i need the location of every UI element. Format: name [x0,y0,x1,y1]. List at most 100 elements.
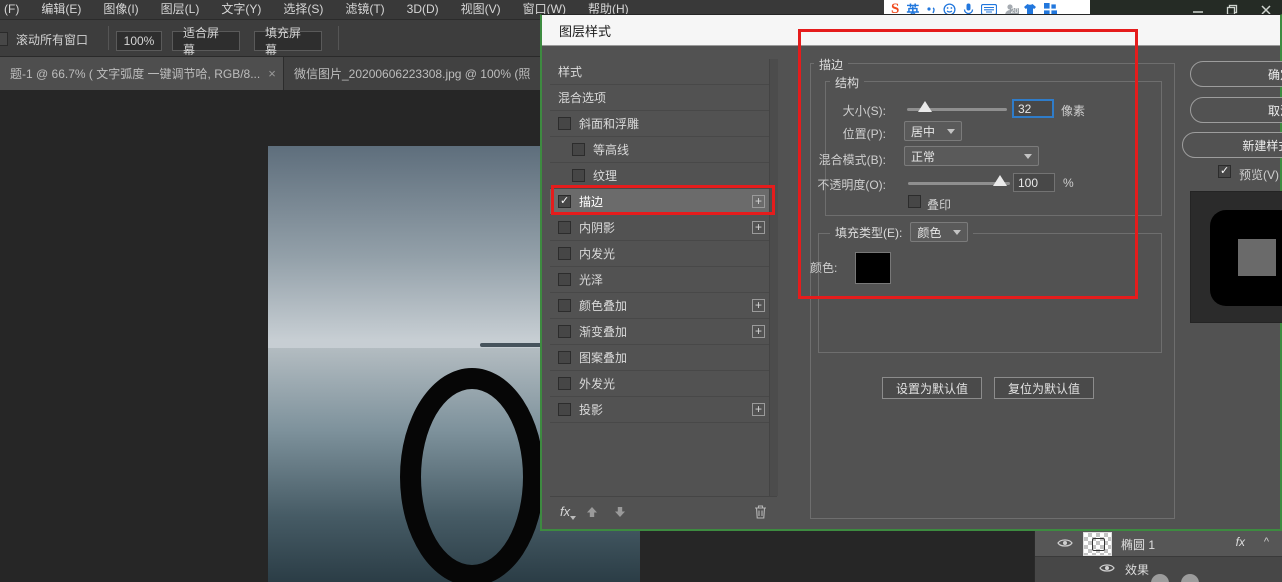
zoom-100-button[interactable]: 100% [116,31,162,51]
checkbox[interactable] [558,221,571,234]
style-item-gradient-overlay[interactable]: 渐变叠加 [550,319,769,345]
checkbox[interactable] [572,143,585,156]
opacity-label: 不透明度(O): [817,178,886,192]
style-item-satin[interactable]: 光泽 [550,267,769,293]
separator [338,26,339,50]
menu-image[interactable]: 图像(I) [92,0,149,19]
separator [108,26,109,50]
style-item-stroke[interactable]: 描边 [550,189,769,215]
tab-wechat-image[interactable]: 微信图片_20200606223308.jpg @ 100% (照 [284,57,560,90]
menu-select[interactable]: 选择(S) [272,0,334,19]
add-instance-icon[interactable] [752,403,765,416]
shape-path-icon [1092,538,1105,551]
layer-fx-badge[interactable]: fx [1236,535,1245,549]
checkbox[interactable] [558,325,571,338]
fit-screen-button[interactable]: 适合屏幕 [172,26,240,57]
menu-edit[interactable]: 编辑(E) [30,0,92,19]
style-item-color-overlay[interactable]: 颜色叠加 [550,293,769,319]
new-style-button[interactable]: 新建样式(W) [1182,132,1282,158]
checkbox[interactable] [558,117,571,130]
fill-type-label: 填充类型(E): [835,225,903,240]
layer-name[interactable]: 椭圆 1 [1121,536,1155,553]
dialog-title-bar[interactable]: 图层样式 [542,15,1280,46]
checkbox-checked[interactable] [558,194,571,208]
layer-thumbnail[interactable] [1083,532,1112,556]
fill-screen-button[interactable]: 填充屏幕 [254,26,322,57]
style-item-inner-glow[interactable]: 内发光 [550,241,769,267]
fx-menu-button[interactable]: fx [560,504,577,520]
add-instance-icon[interactable] [752,221,765,234]
cancel-button[interactable]: 取消 [1190,97,1282,123]
style-item-bevel-emboss[interactable]: 斜面和浮雕 [550,111,769,137]
fill-type-legend: 填充类型(E): 颜色 [830,222,974,242]
visibility-eye-icon[interactable] [1057,537,1073,551]
blend-mode-label: 混合模式(B): [818,153,886,167]
position-label: 位置(P): [842,127,886,141]
collapse-effects-icon[interactable]: ^ [1264,536,1269,548]
chevron-down-icon [953,229,962,235]
set-default-button[interactable]: 设置为默认值 [882,377,982,399]
photoshop-window: (F) 编辑(E) 图像(I) 图层(L) 文字(Y) 选择(S) 滤镜(T) … [0,0,1282,582]
checkbox[interactable] [558,273,571,286]
add-instance-icon[interactable] [752,325,765,338]
scroll-all-windows-checkbox[interactable] [0,32,8,46]
opacity-input[interactable] [1013,173,1055,192]
style-item-inner-shadow[interactable]: 内阴影 [550,215,769,241]
color-label: 颜色: [810,261,838,275]
menu-file[interactable]: (F) [0,0,30,19]
blend-mode-dropdown[interactable]: 正常 [904,146,1039,166]
close-tab-icon[interactable]: × [268,66,276,81]
menu-layer[interactable]: 图层(L) [150,0,211,19]
style-list: 样式 混合选项 斜面和浮雕 等高线 纹理 描边 内阴影 内发光 光泽 颜色叠加 … [550,59,769,423]
style-item-contour[interactable]: 等高线 [550,137,769,163]
menu-type[interactable]: 文字(Y) [210,0,272,19]
checkbox[interactable] [558,351,571,364]
opacity-unit: % [1063,176,1074,190]
chevron-down-icon [947,128,955,134]
style-item-pattern-overlay[interactable]: 图案叠加 [550,345,769,371]
structure-title: 结构 [830,74,865,91]
checkbox[interactable] [558,377,571,390]
overprint-checkbox[interactable] [908,195,921,208]
preview-checkbox[interactable] [1218,164,1231,178]
tab-label: 微信图片_20200606223308.jpg @ 100% (照 [294,67,531,81]
menu-3d[interactable]: 3D(D) [396,0,450,19]
checkbox[interactable] [558,247,571,260]
style-item-blending-options[interactable]: 混合选项 [550,85,769,111]
style-item-outer-glow[interactable]: 外发光 [550,371,769,397]
tab-untitled-1[interactable]: 题-1 @ 66.7% ( 文字弧度 一键调节哈, RGB/8... × [0,57,284,90]
visibility-eye-icon[interactable] [1099,562,1115,576]
layer-row-ellipse[interactable]: 椭圆 1 fx ^ [1035,531,1282,557]
preview-label: 预览(V) [1239,168,1279,182]
style-item-texture[interactable]: 纹理 [550,163,769,189]
menu-view[interactable]: 视图(V) [450,0,512,19]
delete-effect-icon[interactable] [754,505,767,522]
ellipse-stroke-shape[interactable] [400,368,544,582]
add-instance-icon[interactable] [752,195,765,208]
preview-inner-square [1238,239,1276,276]
position-dropdown[interactable]: 居中 [904,121,962,141]
layers-panel: 椭圆 1 fx ^ 效果 [1034,522,1282,582]
size-slider-thumb[interactable] [918,101,932,112]
checkbox[interactable] [558,299,571,312]
style-preview-thumbnail [1190,191,1282,323]
layer-style-dialog: 图层样式 样式 混合选项 斜面和浮雕 等高线 纹理 描边 内阴影 内发光 光泽 … [540,14,1282,531]
menu-filter[interactable]: 滤镜(T) [334,0,395,19]
add-instance-icon[interactable] [752,299,765,312]
stroke-color-swatch[interactable] [855,252,891,284]
fill-type-dropdown[interactable]: 颜色 [910,222,969,242]
style-item-drop-shadow[interactable]: 投影 [550,397,769,423]
move-up-icon[interactable] [586,506,598,518]
opacity-slider-thumb[interactable] [993,175,1007,186]
chevron-down-icon [1024,153,1032,159]
checkbox[interactable] [572,169,585,182]
ok-button[interactable]: 确定 [1190,61,1282,87]
dialog-title: 图层样式 [559,23,612,39]
checkbox[interactable] [558,403,571,416]
reset-default-button[interactable]: 复位为默认值 [994,377,1094,399]
fill-type-frame [818,233,1162,353]
style-item-styles[interactable]: 样式 [550,59,769,85]
size-input[interactable] [1012,99,1054,118]
move-down-icon[interactable] [614,506,626,518]
tab-label: 题-1 @ 66.7% ( 文字弧度 一键调节哈, RGB/8... [10,67,261,81]
